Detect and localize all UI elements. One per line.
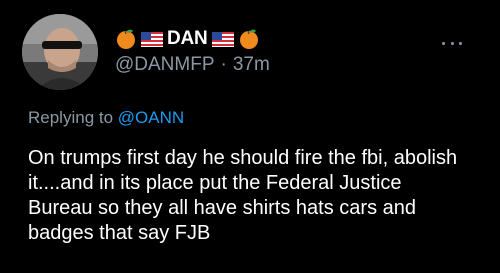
tweet-card: DAN @DANMFP · 37m Replying to @OANN On t… xyxy=(0,0,500,273)
us-flag-icon xyxy=(211,31,234,47)
more-dot xyxy=(450,41,454,45)
avatar[interactable] xyxy=(22,14,98,90)
reply-mention-link[interactable]: @OANN xyxy=(118,108,184,127)
tweet-text: On trumps first day he should fire the f… xyxy=(28,147,458,244)
more-dot xyxy=(442,41,445,45)
user-handle[interactable]: @DANMFP xyxy=(115,54,215,76)
handle-row: @DANMFP · 37m xyxy=(115,54,270,76)
more-horizontal-icon[interactable] xyxy=(442,40,462,46)
timestamp[interactable]: 37m xyxy=(233,54,270,76)
separator-dot: · xyxy=(220,54,227,75)
replying-to-label: Replying to xyxy=(28,108,114,127)
more-dot xyxy=(459,41,462,45)
avatar-photo xyxy=(22,14,98,90)
display-name[interactable]: DAN xyxy=(167,28,208,50)
display-name-row[interactable]: DAN xyxy=(115,26,260,52)
us-flag-icon xyxy=(141,31,163,47)
replying-to: Replying to @OANN xyxy=(28,108,184,128)
orange-emoji-icon xyxy=(239,29,258,49)
orange-emoji-icon xyxy=(117,29,135,49)
